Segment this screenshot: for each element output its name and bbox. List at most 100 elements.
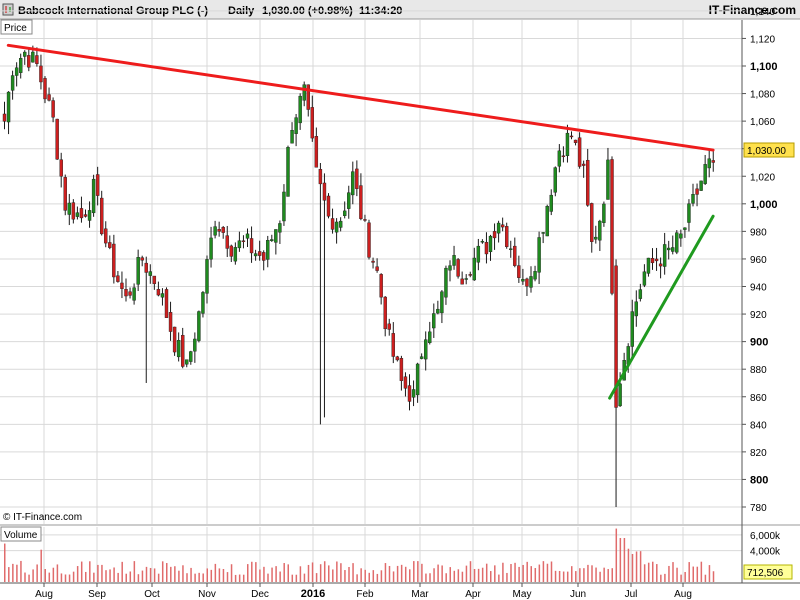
volume-bar bbox=[174, 566, 176, 582]
time-tick-label: May bbox=[513, 589, 532, 600]
volume-bar bbox=[571, 566, 573, 582]
volume-bar bbox=[376, 573, 379, 582]
candle-body bbox=[253, 253, 258, 257]
volume-bar bbox=[429, 573, 431, 582]
volume-bar bbox=[238, 574, 241, 582]
candle-body bbox=[322, 182, 327, 201]
candle-body bbox=[675, 232, 679, 253]
candle-body bbox=[140, 257, 144, 261]
volume-bar bbox=[652, 561, 654, 582]
volume-bar bbox=[40, 549, 42, 582]
volume-bar bbox=[518, 566, 520, 582]
candle-body bbox=[529, 276, 533, 288]
volume-bar bbox=[44, 569, 46, 582]
volume-bar bbox=[206, 568, 208, 582]
volume-bar bbox=[24, 572, 26, 582]
volume-bar bbox=[263, 566, 265, 582]
candle-body bbox=[448, 265, 452, 271]
volume-bar bbox=[700, 561, 703, 582]
candle-body bbox=[189, 351, 193, 362]
candle-body bbox=[270, 239, 274, 241]
candle-body bbox=[152, 275, 157, 285]
candle-body bbox=[274, 229, 278, 243]
volume-bar bbox=[64, 574, 67, 582]
candle-body bbox=[436, 308, 440, 314]
candle-body bbox=[634, 301, 638, 317]
candle-body bbox=[468, 274, 472, 276]
candle-body bbox=[679, 233, 683, 239]
volume-bar bbox=[558, 570, 561, 582]
candle-body bbox=[602, 203, 606, 223]
price-tick-label: 960 bbox=[750, 255, 767, 266]
volume-bar bbox=[449, 567, 451, 582]
volume-bar bbox=[267, 573, 269, 582]
candle-body bbox=[488, 235, 493, 253]
candle-body bbox=[586, 160, 590, 206]
volume-bar bbox=[145, 566, 148, 582]
candle-body bbox=[75, 212, 80, 217]
volume-bar bbox=[619, 538, 622, 582]
time-tick-label: Dec bbox=[251, 589, 269, 600]
volume-bar bbox=[89, 561, 91, 582]
candle-body bbox=[440, 291, 444, 314]
volume-bar bbox=[502, 562, 504, 582]
volume-tick-label: 6,000k bbox=[750, 531, 781, 542]
volume-bar bbox=[80, 561, 83, 582]
time-tick-label: Aug bbox=[35, 589, 53, 600]
candle-body bbox=[460, 278, 464, 285]
candle-body bbox=[237, 240, 242, 249]
volume-bar bbox=[161, 561, 164, 582]
volume-bar bbox=[303, 573, 306, 582]
candle-body bbox=[419, 356, 424, 359]
candle-body bbox=[496, 222, 501, 234]
candle-body bbox=[399, 358, 404, 381]
volume-bar bbox=[409, 569, 411, 582]
price-tick-label: 880 bbox=[750, 365, 767, 376]
volume-bar bbox=[137, 574, 140, 582]
volume-bar bbox=[36, 564, 38, 582]
candle-body bbox=[363, 219, 367, 221]
candle-body bbox=[95, 174, 100, 196]
volume-bar bbox=[214, 563, 217, 582]
candle-body bbox=[444, 267, 448, 298]
volume-bar bbox=[218, 568, 221, 582]
volume-bar bbox=[481, 567, 484, 582]
volume-bar bbox=[259, 569, 261, 582]
volume-bar bbox=[372, 570, 375, 582]
volume-bar bbox=[279, 571, 281, 582]
volume-bar bbox=[627, 548, 630, 582]
time-axis[interactable]: Aug Sep Oct Nov Dec 2016 Feb Mar Apr May Jun Jul Aug bbox=[35, 583, 692, 600]
candle-body bbox=[67, 202, 72, 215]
volume-bar bbox=[660, 574, 662, 582]
volume-bar bbox=[647, 562, 650, 582]
volume-bar bbox=[708, 565, 711, 582]
price-tick-label: 1,120 bbox=[750, 34, 775, 45]
candle-body bbox=[577, 137, 582, 167]
volume-bar bbox=[591, 565, 593, 582]
volume-bar bbox=[141, 570, 144, 582]
candle-body bbox=[561, 155, 566, 158]
price-axis[interactable]: 780 800 820 840 860 880 900 920 940 960 980 1,000 1,… bbox=[742, 7, 778, 514]
candle-body bbox=[2, 113, 7, 122]
volume-bar bbox=[12, 563, 14, 582]
chart-type-icon[interactable] bbox=[2, 3, 14, 16]
candle-body bbox=[484, 241, 489, 255]
price-chart[interactable]: Babcock International Group PLC (-) Dail… bbox=[0, 0, 800, 600]
volume-bar bbox=[445, 573, 447, 582]
volume-bar bbox=[485, 563, 488, 582]
volume-bar bbox=[105, 570, 107, 582]
volume-bar bbox=[348, 566, 350, 582]
candle-body bbox=[667, 247, 671, 251]
candle-body bbox=[338, 220, 343, 228]
candle-body bbox=[197, 311, 201, 341]
time-tick-label: Feb bbox=[356, 589, 374, 600]
candle-body bbox=[432, 313, 436, 329]
volume-bar bbox=[291, 574, 294, 582]
volume-bar bbox=[514, 562, 516, 582]
price-tick-label: 1,080 bbox=[750, 90, 775, 101]
volume-bar bbox=[109, 569, 111, 582]
volume-bar bbox=[332, 569, 334, 582]
candle-body bbox=[257, 251, 262, 256]
volume-bar bbox=[680, 574, 682, 582]
volume-bar bbox=[271, 567, 273, 582]
